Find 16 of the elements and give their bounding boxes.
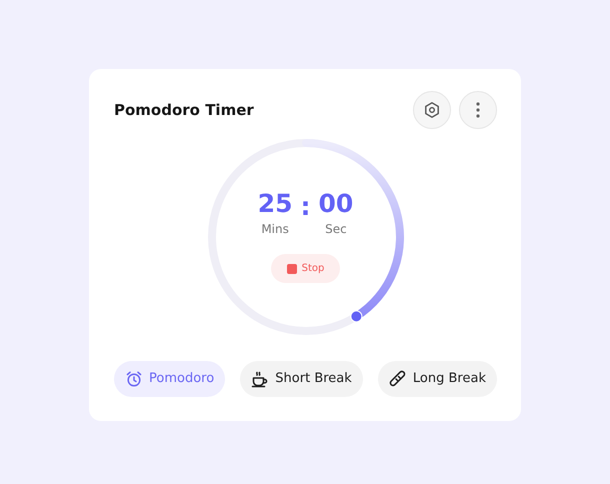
seconds-value: 00	[318, 191, 354, 216]
alarm-clock-icon	[125, 370, 143, 388]
minutes-value: 25	[258, 191, 292, 216]
time-separator: :	[300, 194, 310, 219]
stop-icon	[286, 264, 297, 274]
coffee-cup-icon	[251, 370, 270, 388]
more-icon	[476, 102, 480, 118]
minutes-label: Mins	[261, 221, 289, 238]
mode-tab[interactable]: Pomodoro	[114, 361, 226, 397]
seconds-label: Sec	[325, 221, 347, 238]
mode-tab[interactable]: Long Break	[378, 361, 497, 397]
bread-icon	[388, 370, 407, 388]
card-title: Pomodoro Timer	[114, 100, 254, 121]
mode-tab[interactable]: Short Break	[240, 361, 363, 397]
settings-button[interactable]	[413, 91, 451, 129]
settings-icon	[423, 101, 441, 119]
